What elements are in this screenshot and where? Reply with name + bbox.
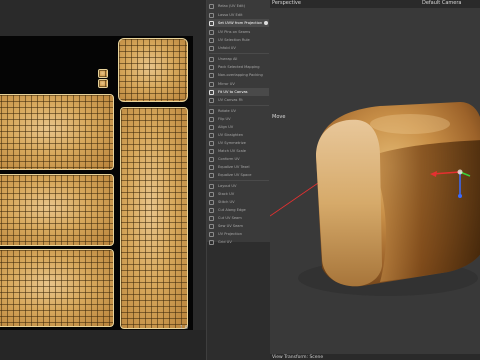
- menu-item-unfold[interactable]: Unfold UV: [209, 44, 269, 52]
- menu-item-unwrap-all[interactable]: Unwrap All: [209, 55, 269, 63]
- projection-icon: [209, 231, 214, 237]
- menu-item-align[interactable]: Align UV: [209, 123, 269, 131]
- menu-item-cut-along-edge[interactable]: Cut Along Edge: [209, 206, 269, 214]
- app-window: 1.0 Relax (UV Edit) Lasso UV Edit Set UV…: [0, 0, 480, 360]
- uv-footer: [0, 330, 206, 360]
- menu-item-straighten[interactable]: UV Straighten: [209, 131, 269, 139]
- seam-icon: [209, 215, 214, 221]
- menu-item-flip[interactable]: Flip UV: [209, 115, 269, 123]
- pack-icon: [209, 64, 214, 70]
- uv-island-left-1[interactable]: [0, 94, 114, 170]
- menu-item-grid-uv[interactable]: Grid UV: [209, 238, 269, 246]
- pack-icon: [209, 72, 214, 78]
- conform-icon: [209, 156, 214, 162]
- projection-icon: [209, 20, 214, 26]
- menu-item-sew-seam[interactable]: Sew UV Seam: [209, 222, 269, 230]
- menu-item-relax[interactable]: Relax (UV Edit): [209, 2, 269, 10]
- stitch-icon: [209, 199, 214, 205]
- fit-icon: [209, 97, 214, 103]
- scale-icon: [209, 148, 214, 154]
- menu-item-lasso[interactable]: Lasso UV Edit: [209, 11, 269, 19]
- layout-icon: [209, 183, 214, 189]
- menu-item-uv-canvas-fit[interactable]: UV Canvas Fit: [209, 96, 269, 104]
- menu-item-uv-selection-rule[interactable]: UV Selection Rule: [209, 36, 269, 44]
- menu-item-match-scale[interactable]: Match UV Scale: [209, 147, 269, 155]
- texel-icon: [209, 164, 214, 170]
- selection-icon: [209, 37, 214, 43]
- align-icon: [209, 124, 214, 130]
- viewport-bottom-label: View Transform: Scene: [272, 355, 324, 360]
- bread-side: [370, 140, 480, 282]
- menu-item-set-uvw-from-projection[interactable]: Set UVW from Projection: [209, 19, 269, 27]
- uv-island-small-2[interactable]: [98, 79, 108, 88]
- menu-item-stack[interactable]: Stack UV: [209, 190, 269, 198]
- menu-item-stitch[interactable]: Stitch UV: [209, 198, 269, 206]
- fit-icon: [209, 89, 214, 95]
- uv-island-right-tall[interactable]: [120, 107, 188, 329]
- menu-item-symmetrize[interactable]: UV Symmetrize: [209, 139, 269, 147]
- uv-editor[interactable]: 1.0: [0, 0, 206, 360]
- uv-island-small-1[interactable]: [98, 69, 108, 78]
- menu-item-conform[interactable]: Conform UV: [209, 155, 269, 163]
- sew-icon: [209, 223, 214, 229]
- unfold-icon: [209, 45, 214, 51]
- gizmo-center[interactable]: [457, 169, 463, 175]
- uv-island-left-3[interactable]: [0, 249, 114, 327]
- menu-item-rotate[interactable]: Rotate UV: [209, 107, 269, 115]
- lasso-icon: [209, 12, 214, 18]
- menu-item-uv-pins[interactable]: UV Pins on Seams: [209, 28, 269, 36]
- uv-island-top-right[interactable]: [118, 38, 188, 102]
- grid-icon: [209, 239, 214, 245]
- uv-command-menu: Relax (UV Edit) Lasso UV Edit Set UVW fr…: [206, 0, 271, 360]
- rotate-icon: [209, 108, 214, 114]
- unwrap-icon: [209, 56, 214, 62]
- menu-item-uv-projection[interactable]: UV Projection: [209, 230, 269, 238]
- menu-item-equalize-texel[interactable]: Equalize UV Texel: [209, 163, 269, 171]
- menu-item-pack-selected[interactable]: Pack Selected Mapping: [209, 63, 269, 71]
- uv-island-left-2[interactable]: [0, 174, 114, 246]
- cut-icon: [209, 207, 214, 213]
- gear-icon[interactable]: [264, 21, 268, 25]
- symmetry-icon: [209, 140, 214, 146]
- menu-item-fit-uv-to-canvas[interactable]: Fit UV to Canvas: [209, 88, 269, 96]
- 3d-viewport[interactable]: Perspective Default Camera Move View Tra…: [270, 0, 480, 360]
- bread-end-face: [316, 119, 382, 287]
- stack-icon: [209, 191, 214, 197]
- mirror-icon: [209, 81, 214, 87]
- menu-item-mirror[interactable]: Mirror UV: [209, 80, 269, 88]
- relax-icon: [209, 3, 214, 9]
- menu-item-layout[interactable]: Layout UV: [209, 182, 269, 190]
- straighten-icon: [209, 132, 214, 138]
- pin-icon: [209, 29, 214, 35]
- menu-item-cut-seam[interactable]: Cut UV Seam: [209, 214, 269, 222]
- menu-item-non-overlapping[interactable]: Non-overlapping Packing: [209, 71, 269, 79]
- menu-item-equalize-space[interactable]: Equalize UV Space: [209, 171, 269, 179]
- space-icon: [209, 172, 214, 178]
- viewport-scene: [270, 102, 480, 296]
- flip-icon: [209, 116, 214, 122]
